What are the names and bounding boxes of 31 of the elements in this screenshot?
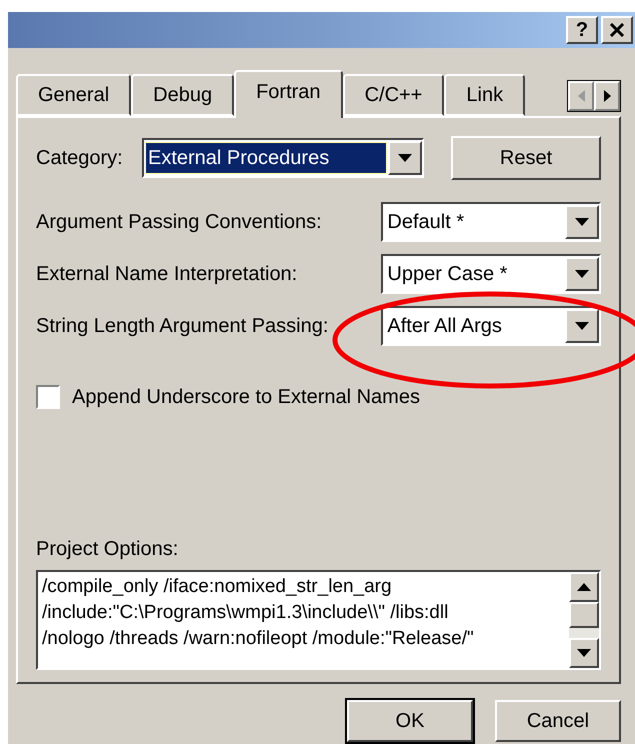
scroll-right-button[interactable] bbox=[594, 81, 620, 111]
help-button[interactable]: ? bbox=[566, 16, 598, 44]
tab[interactable]: C/C++ bbox=[342, 74, 444, 116]
reset-button[interactable]: Reset bbox=[451, 136, 601, 180]
field-label: Argument Passing Conventions: bbox=[36, 210, 323, 235]
tab[interactable]: Fortran bbox=[234, 70, 343, 118]
close-icon bbox=[609, 23, 625, 37]
scroll-down-icon bbox=[569, 638, 599, 668]
left-arrow-icon bbox=[578, 90, 584, 102]
project-options-label: Project Options: bbox=[36, 537, 180, 562]
project-options-field[interactable]: /compile_only /iface:nomixed_str_len_arg /include:"C:\Programs\wmpi1.3\include\\" /libs:dll /nologo /threads /warn:nofileopt /module:"Release/" bbox=[36, 570, 601, 670]
dropdown[interactable]: Upper Case * bbox=[381, 254, 601, 294]
scroll-up-icon bbox=[569, 572, 599, 602]
tab[interactable]: Debug bbox=[131, 74, 234, 116]
right-arrow-icon bbox=[604, 90, 610, 102]
field-label: External Name Interpretation: bbox=[36, 262, 298, 287]
checkbox-label: Append Underscore to External Names bbox=[72, 385, 420, 410]
scroll-left-button[interactable] bbox=[568, 81, 594, 111]
dropdown[interactable]: After All Args bbox=[381, 306, 601, 346]
tab[interactable]: Link bbox=[444, 74, 526, 116]
scroll-thumb[interactable] bbox=[569, 602, 599, 628]
category-label: Category: bbox=[36, 146, 124, 171]
checkbox[interactable] bbox=[36, 385, 60, 409]
dialog-button[interactable]: OK bbox=[347, 700, 473, 742]
field-label: String Length Argument Passing: bbox=[36, 314, 330, 339]
tab[interactable]: General bbox=[16, 74, 132, 116]
dropdown[interactable]: External Procedures bbox=[142, 138, 424, 178]
dialog-button[interactable]: Cancel bbox=[495, 700, 621, 742]
dropdown[interactable]: Default * bbox=[381, 202, 601, 242]
close-button[interactable] bbox=[601, 16, 633, 44]
scrollbar[interactable] bbox=[569, 572, 599, 668]
